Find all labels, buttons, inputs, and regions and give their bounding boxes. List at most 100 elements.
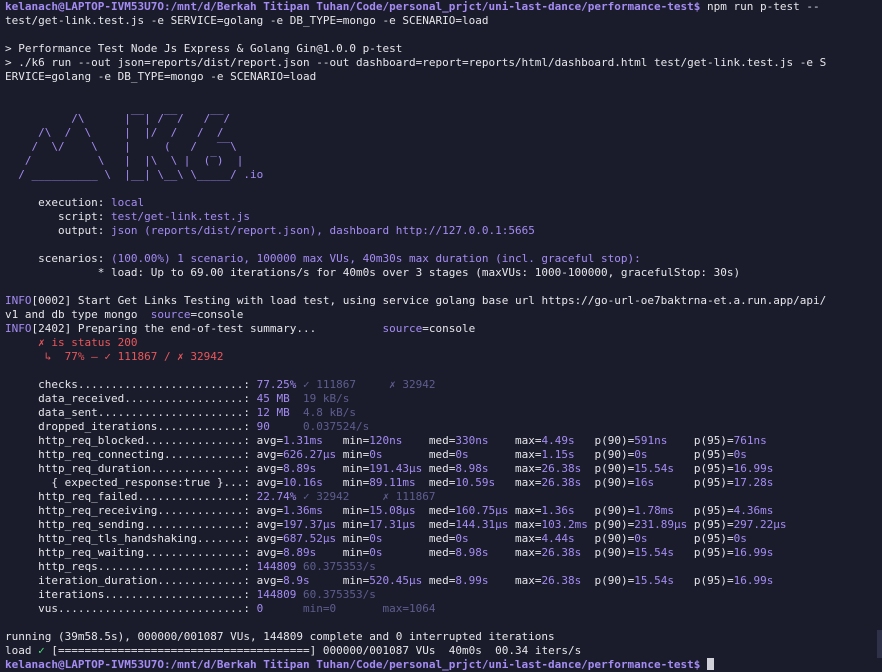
- logo-line: / __________ \ |__| \__\ \_____/ .io: [5, 168, 264, 181]
- metric-row: dropped_iterations.............: 90 0.03…: [5, 420, 882, 434]
- metric-value: 144809: [256, 588, 297, 601]
- metric-value: 60.375353/s: [296, 560, 376, 573]
- metric-value: 22.74%: [256, 490, 297, 503]
- metric-name: http_req_sending...............:: [5, 518, 257, 531]
- metric-value: 1.78ms: [634, 504, 674, 517]
- log-level: INFO: [5, 294, 32, 307]
- metric-name: http_req_blocked...............:: [5, 434, 257, 447]
- metric-row: http_req_duration..............: avg=8.8…: [5, 462, 882, 476]
- metric-value: 4.49s: [541, 434, 575, 447]
- metric-value: p(95)=: [654, 476, 734, 489]
- metric-value: 16.99s: [733, 462, 774, 475]
- output-line: output: json (reports/dist/report.json),…: [5, 224, 882, 238]
- metric-value: 8.9s: [283, 574, 310, 587]
- metric-row: vus............................: 0 min=0…: [5, 602, 882, 616]
- metric-row: iteration_duration.............: avg=8.9…: [5, 574, 882, 588]
- metric-value: 4.44s: [541, 532, 575, 545]
- metric-value: 60.375353/s: [296, 588, 376, 601]
- metric-name: iterations.....................:: [5, 588, 257, 601]
- check-result: ↳ 77% — ✓ 111867 / ✗ 32942: [5, 350, 224, 363]
- metric-value: 0s: [634, 532, 648, 545]
- metric-value: avg=: [256, 462, 284, 475]
- progress-bar: [======================================]: [44, 644, 323, 657]
- metric-value: 10.59s: [455, 476, 496, 489]
- metric-value: 16s: [634, 476, 655, 489]
- scrollbar-thumb[interactable]: [877, 630, 882, 658]
- metric-row: http_req_failed................: 22.74% …: [5, 490, 882, 504]
- log-line: INFO[2402] Preparing the end-of-test sum…: [5, 322, 882, 336]
- metric-value: 26.38s: [541, 476, 582, 489]
- metric-value: min=: [316, 546, 370, 559]
- final-prompt-line[interactable]: kelanach@LAPTOP-IVM53U7O:/mnt/d/Berkah T…: [5, 658, 882, 672]
- metric-value: avg=: [256, 504, 284, 517]
- log-source-value: =console: [190, 308, 244, 321]
- metric-value: 231.89µs: [634, 518, 688, 531]
- metric-value: p(95)=: [673, 504, 734, 517]
- metric-value: med=: [382, 546, 456, 559]
- metric-value: 15.54s: [634, 546, 674, 559]
- logo-line: /\ |‾‾| /‾‾/ /‾‾/: [5, 112, 231, 125]
- metric-name: http_reqs......................:: [5, 560, 257, 573]
- metric-value: 0s: [455, 448, 469, 461]
- metric-value: 1.36ms: [283, 504, 323, 517]
- metric-value: med=: [382, 532, 456, 545]
- scenario-detail: * load: Up to 69.00 iterations/s for 40m…: [5, 266, 741, 279]
- log-level: INFO: [5, 322, 32, 335]
- metric-value: avg=: [256, 448, 284, 461]
- metric-value: 4.36ms: [733, 504, 774, 517]
- metric-value: min=0 max=1064: [263, 602, 436, 615]
- metric-value: 1.36s: [541, 504, 575, 517]
- metric-row: checks.........................: 77.25% …: [5, 378, 882, 392]
- metric-value: avg=: [256, 518, 284, 531]
- logo-line: / \/ \ | ( / ‾‾\: [5, 140, 237, 153]
- metric-value: 197.37µs: [283, 518, 337, 531]
- execution-line: execution: local: [5, 196, 882, 210]
- metric-value: 626.27µs: [283, 448, 337, 461]
- metric-value: avg=: [256, 546, 284, 559]
- metric-value: 26.38s: [541, 462, 582, 475]
- metric-value: min=: [336, 532, 370, 545]
- metric-value: 8.89s: [283, 462, 317, 475]
- metric-row: http_req_waiting...............: avg=8.8…: [5, 546, 882, 560]
- log-message: Preparing the end-of-test summary...: [71, 322, 383, 335]
- metric-value: p(90)=: [574, 448, 635, 461]
- log-code: [2402]: [31, 322, 72, 335]
- metric-value: 89.11ms: [369, 476, 416, 489]
- metric-value: 1.15s: [541, 448, 575, 461]
- metric-value: p(95)=: [647, 532, 734, 545]
- running-status: running (39m58.5s), 000000/001087 VUs, 1…: [5, 630, 555, 643]
- metric-name: { expected_response:true }...:: [5, 476, 257, 489]
- metric-row: data_received..................: 45 MB 1…: [5, 392, 882, 406]
- metric-value: p(95)=: [667, 434, 734, 447]
- metric-value: avg=: [256, 476, 284, 489]
- check-name: ✗ is status 200: [5, 336, 138, 349]
- metric-value: avg=: [256, 532, 284, 545]
- metric-value: max=: [468, 448, 542, 461]
- metric-value: 0s: [369, 532, 383, 545]
- metric-value: 0s: [733, 448, 747, 461]
- metric-value: p(95)=: [673, 546, 734, 559]
- metric-row: http_reqs......................: 144809 …: [5, 560, 882, 574]
- metric-value: med=: [382, 448, 456, 461]
- metric-value: 8.98s: [455, 546, 489, 559]
- terminal-window[interactable]: kelanach@LAPTOP-IVM53U7O:/mnt/d/Berkah T…: [0, 0, 882, 671]
- scenarios-line: scenarios: (100.00%) 1 scenario, 100000 …: [5, 252, 882, 266]
- metric-row: http_req_tls_handshaking.......: avg=687…: [5, 532, 882, 546]
- log-source-key: source: [382, 322, 423, 335]
- log-line: INFO[0002] Start Get Links Testing with …: [5, 294, 882, 308]
- metric-value: 687.52µs: [283, 532, 337, 545]
- metric-name: http_req_waiting...............:: [5, 546, 257, 559]
- shell-prompt: kelanach@LAPTOP-IVM53U7O:/mnt/d/Berkah T…: [5, 0, 701, 13]
- metric-name: data_received..................:: [5, 392, 257, 405]
- metric-value: 15.54s: [634, 462, 674, 475]
- metric-value: 160.75µs: [455, 504, 509, 517]
- metric-value: 0s: [733, 532, 747, 545]
- k6-logo: /\ |‾‾| /‾‾/ /‾‾/ /\ / \ | |/ / / / / \/…: [5, 112, 882, 182]
- metric-value: 8.99s: [455, 574, 489, 587]
- metric-value: p(90)=: [581, 546, 635, 559]
- metric-value: 120ns: [369, 434, 403, 447]
- metric-value: 8.89s: [283, 546, 317, 559]
- log-line: v1 and db type mongo source=console: [5, 308, 882, 322]
- npm-script-command-continued: ERVICE=golang -e DB_TYPE=mongo -e SCENAR…: [5, 70, 317, 83]
- metric-value: p(95)=: [647, 448, 734, 461]
